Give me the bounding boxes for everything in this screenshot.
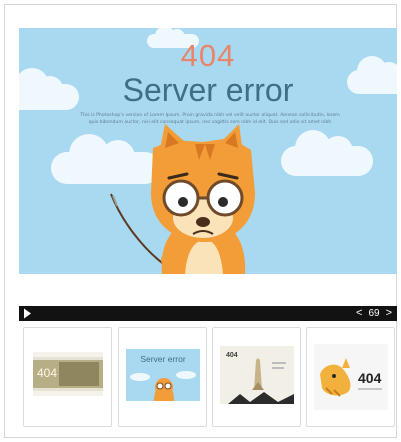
play-icon (24, 308, 31, 319)
thumbnail-4[interactable]: 404 (306, 327, 395, 427)
thumbnail-1[interactable]: 404 (23, 327, 112, 427)
main-preview[interactable]: 404 Server error This is Photoshop's ver… (19, 28, 397, 274)
slide-count: 69 (368, 308, 380, 319)
thumbnail-image: 404 (314, 344, 388, 410)
fishing-cat-illustration (110, 124, 255, 274)
next-button[interactable]: > (384, 306, 394, 321)
thumbnail-code: 404 (358, 370, 382, 386)
thumbnail-image: Server error (126, 349, 200, 401)
play-button[interactable] (21, 307, 34, 320)
thumbnail-image: 404 (220, 346, 294, 404)
pagination: < 69 > (354, 306, 394, 321)
thumbnail-2[interactable]: Server error (118, 327, 207, 427)
carousel-toolbar: < 69 > (19, 306, 397, 321)
cat-thumb-illustration (130, 371, 196, 401)
previous-button[interactable]: < (354, 306, 364, 321)
thumbnail-code: 404 (37, 366, 58, 380)
thumbnail-strip: 404 Server error 404 404 (19, 327, 397, 427)
thumbnail-image: 404 (33, 352, 103, 396)
thumbnail-3[interactable]: 404 (212, 327, 301, 427)
rocket-thumb-illustration (228, 358, 294, 404)
